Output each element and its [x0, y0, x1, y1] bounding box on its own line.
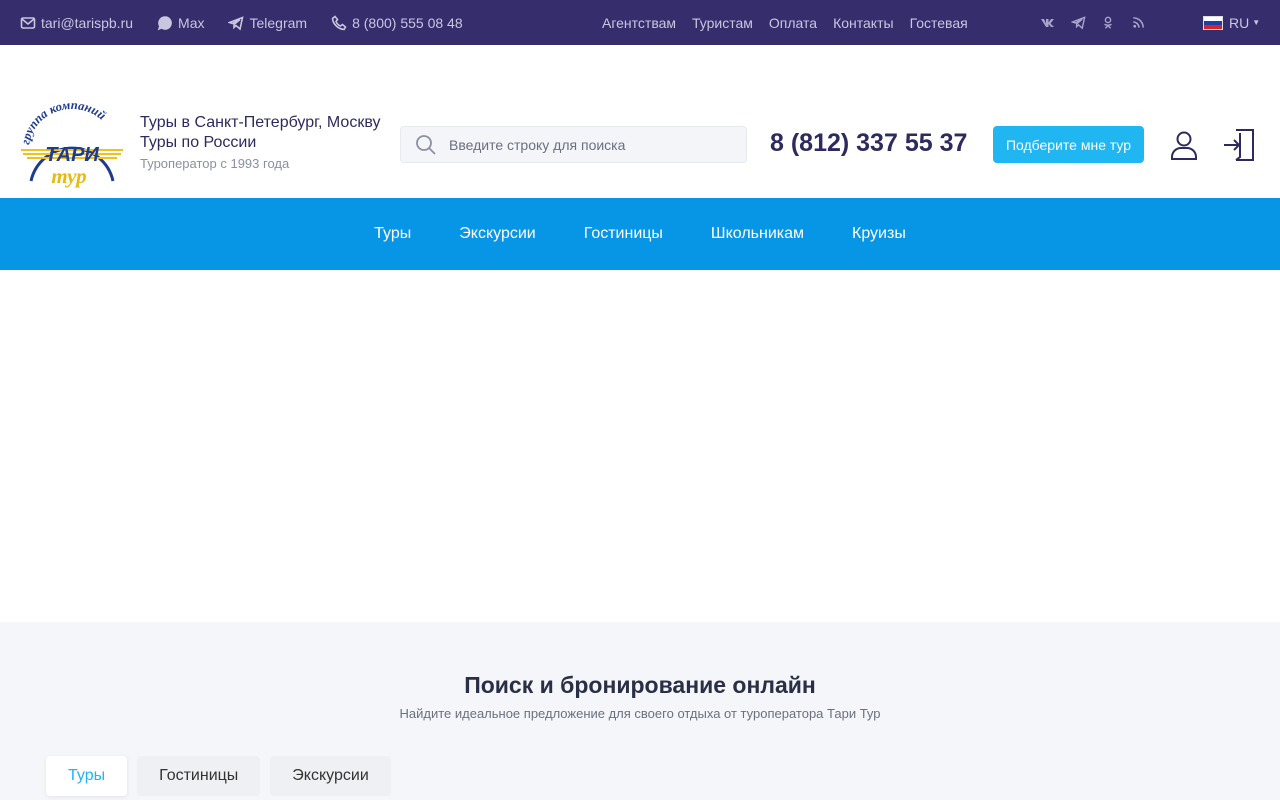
language-label: RU: [1229, 14, 1250, 31]
top-nav: Агентствам Туристам Оплата Контакты Гост…: [602, 15, 968, 31]
language-selector[interactable]: RU ▼: [1203, 15, 1260, 31]
main-nav: Туры Экскурсии Гостиницы Школьникам Круи…: [0, 198, 1280, 270]
phone-text: 8 (800) 555 08 48: [352, 14, 463, 31]
social-links: [1040, 15, 1146, 31]
telegram-link[interactable]: Telegram: [228, 15, 307, 31]
user-icon[interactable]: [1170, 130, 1198, 160]
tagline-line-3: Туроператор с 1993 года: [140, 156, 290, 171]
max-chat-icon: [157, 15, 172, 30]
svg-text:ТАРИ: ТАРИ: [45, 144, 99, 166]
email-text: tari@tarispb.ru: [41, 14, 134, 31]
telegram-text: Telegram: [249, 14, 308, 31]
booking-tabs: Туры Гостиницы Экскурсии: [46, 756, 391, 796]
odnoklassniki-icon[interactable]: [1100, 15, 1116, 31]
site-header: группа компаний ТАРИ тур Туры в Санкт-Пе…: [0, 45, 1280, 270]
nav-excursions[interactable]: Экскурсии: [459, 225, 535, 243]
brand-tagline: Туры в Санкт-Петербург, Москву Туры по Р…: [140, 113, 380, 171]
top-nav-contacts[interactable]: Контакты: [833, 15, 893, 31]
company-logo[interactable]: группа компаний ТАРИ тур: [19, 103, 125, 189]
phone-link[interactable]: 8 (800) 555 08 48: [331, 15, 463, 31]
tagline-line-2: Туры по России: [140, 134, 257, 151]
max-text: Max: [178, 14, 205, 31]
nav-tours[interactable]: Туры: [374, 225, 411, 243]
top-nav-tourists[interactable]: Туристам: [692, 15, 753, 31]
nav-schoolchildren[interactable]: Школьникам: [711, 225, 804, 243]
search-input[interactable]: [449, 136, 719, 153]
svg-text:группа компаний: группа компаний: [19, 103, 109, 146]
search-box: [400, 126, 747, 163]
telegram-social-icon[interactable]: [1070, 15, 1086, 31]
login-icon[interactable]: [1222, 127, 1256, 163]
russia-flag-icon: [1203, 15, 1223, 30]
chevron-down-icon: ▼: [1252, 18, 1261, 27]
top-bar: tari@tarispb.ru Max Telegram 8 (800) 555…: [0, 0, 1280, 45]
telegram-icon: [228, 15, 245, 30]
vk-icon[interactable]: [1040, 15, 1056, 31]
top-nav-agencies[interactable]: Агентствам: [602, 15, 676, 31]
pick-tour-button[interactable]: Подберите мне тур: [993, 126, 1144, 163]
booking-section: Поиск и бронирование онлайн Найдите идеа…: [0, 622, 1280, 800]
top-nav-payment[interactable]: Оплата: [769, 15, 817, 31]
tab-hotels[interactable]: Гостиницы: [137, 756, 261, 796]
booking-subtitle: Найдите идеальное предложение для своего…: [399, 706, 881, 721]
booking-title: Поиск и бронирование онлайн: [464, 672, 816, 698]
top-nav-guestbook[interactable]: Гостевая: [910, 15, 968, 31]
header-phone[interactable]: 8 (812) 337 55 37: [770, 129, 967, 158]
nav-cruises[interactable]: Круизы: [852, 225, 906, 243]
contacts-group: tari@tarispb.ru Max Telegram 8 (800) 555…: [20, 15, 463, 31]
phone-icon: [331, 14, 347, 30]
tab-tours[interactable]: Туры: [46, 756, 128, 796]
tagline-line-1: Туры в Санкт-Петербург, Москву: [140, 114, 381, 131]
nav-hotels[interactable]: Гостиницы: [584, 225, 663, 243]
email-link[interactable]: tari@tarispb.ru: [20, 15, 133, 31]
svg-text:тур: тур: [51, 164, 86, 188]
mail-icon: [20, 16, 36, 29]
rss-icon[interactable]: [1130, 15, 1146, 31]
tab-excursions[interactable]: Экскурсии: [270, 756, 391, 796]
max-link[interactable]: Max: [157, 15, 204, 31]
search-icon[interactable]: [415, 134, 437, 156]
